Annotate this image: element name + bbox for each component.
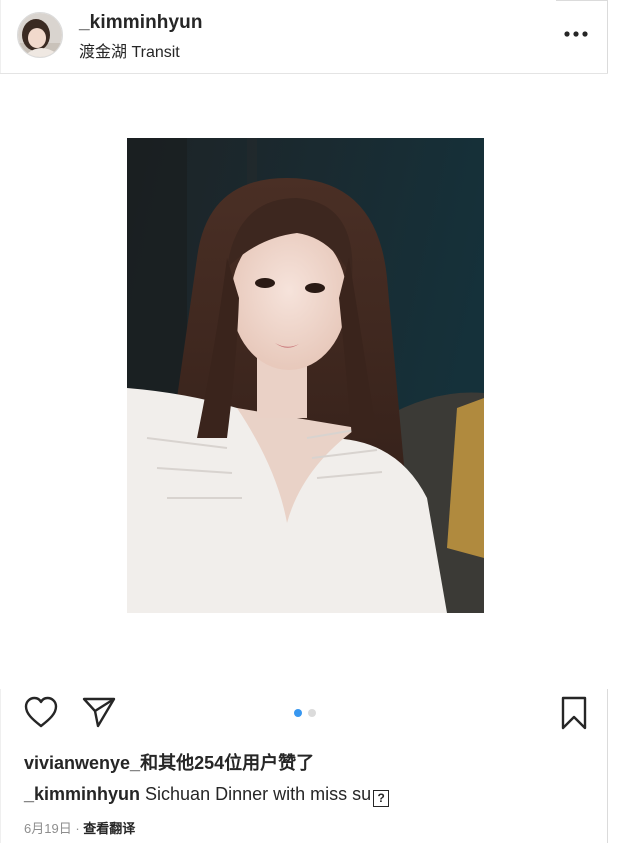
carousel-dot xyxy=(308,709,316,717)
avatar[interactable] xyxy=(17,12,63,58)
save-button[interactable] xyxy=(560,695,588,736)
see-translation-link[interactable]: 查看翻译 xyxy=(83,821,135,836)
carousel-indicator xyxy=(294,709,316,717)
more-options-icon xyxy=(564,31,588,37)
post-username[interactable]: _kimminhyun xyxy=(79,12,203,34)
like-button[interactable] xyxy=(23,695,59,734)
paper-plane-icon xyxy=(82,697,116,728)
meta-separator: · xyxy=(71,821,84,836)
post-location[interactable]: 渡金湖 Transit xyxy=(79,38,180,62)
share-button[interactable] xyxy=(81,695,117,734)
post-header: _kimminhyun 渡金湖 Transit xyxy=(0,0,608,74)
more-options-button[interactable] xyxy=(560,22,592,46)
likes-count[interactable]: vivianwenye_和其他254位用户赞了 xyxy=(24,749,314,775)
unknown-glyph-icon: ? xyxy=(373,790,390,807)
post-photo[interactable] xyxy=(127,138,484,613)
caption-text: Sichuan Dinner with miss su xyxy=(140,784,372,804)
post-meta: 6月19日 · 查看翻译 xyxy=(24,818,135,837)
post-caption: _kimminhyun Sichuan Dinner with miss su? xyxy=(24,784,390,807)
carousel-dot-active xyxy=(294,709,302,717)
post-media[interactable] xyxy=(0,74,608,689)
bookmark-icon xyxy=(561,696,587,730)
caption-username[interactable]: _kimminhyun xyxy=(24,784,140,804)
post-date: 6月19日 xyxy=(24,821,72,836)
post-actions xyxy=(0,690,608,736)
heart-icon xyxy=(24,696,58,728)
